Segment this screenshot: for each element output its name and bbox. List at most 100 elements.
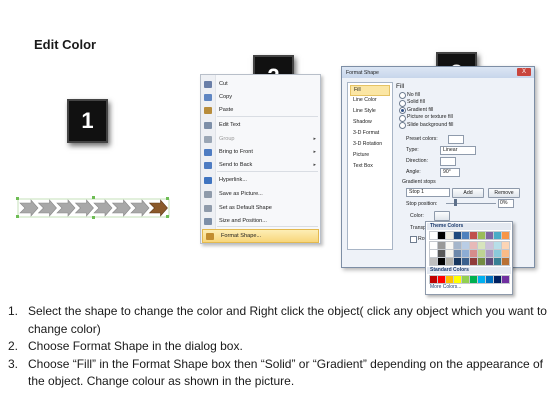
menu-item-label: Edit Text bbox=[219, 122, 241, 128]
save-picture-icon bbox=[204, 190, 212, 198]
direction-label: Direction: bbox=[406, 158, 428, 164]
arrow-shape[interactable] bbox=[93, 199, 113, 217]
rotate-checkbox[interactable] bbox=[410, 236, 417, 243]
more-colors-link[interactable]: More Colors... bbox=[430, 284, 461, 290]
arrow-shape[interactable] bbox=[19, 199, 39, 217]
color-picker-button[interactable] bbox=[434, 211, 450, 221]
radio-label: Picture or texture fill bbox=[407, 114, 453, 120]
preset-colors-dropdown[interactable] bbox=[448, 135, 464, 144]
standard-colors-label: Standard Colors bbox=[427, 267, 511, 274]
pane-heading: Fill bbox=[396, 83, 405, 90]
stop-position-input[interactable]: 0% bbox=[498, 199, 514, 208]
category-picture[interactable]: Picture bbox=[350, 151, 390, 160]
arrow-shapes[interactable] bbox=[16, 196, 171, 220]
category-shadow[interactable]: Shadow bbox=[350, 118, 390, 127]
group-icon bbox=[204, 135, 212, 143]
slider-thumb[interactable] bbox=[454, 199, 457, 206]
close-button[interactable]: X bbox=[517, 68, 531, 76]
remove-button[interactable]: Remove bbox=[488, 188, 520, 198]
menu-item-set-as-default-shape[interactable]: Set as Default Shape bbox=[201, 202, 320, 214]
instruction-step: 3. Choose “Fill” in the Format Shape box … bbox=[8, 356, 553, 391]
menu-item-label: Size and Position... bbox=[219, 218, 267, 224]
menu-item-label: Save as Picture... bbox=[219, 191, 263, 197]
theme-color-swatch[interactable] bbox=[501, 257, 510, 266]
direction-dropdown[interactable] bbox=[440, 157, 456, 166]
color-label: Color: bbox=[410, 213, 424, 219]
step-text: Choose “Fill” in the Format Shape box th… bbox=[28, 356, 543, 389]
category-line-style[interactable]: Line Style bbox=[350, 107, 390, 116]
page-title: Edit Color bbox=[34, 37, 97, 52]
radio-no-fill[interactable] bbox=[399, 92, 406, 99]
send-to-back-icon bbox=[204, 161, 212, 169]
menu-item-save-as-picture[interactable]: Save as Picture... bbox=[201, 188, 320, 200]
category-line-color[interactable]: Line Color bbox=[350, 96, 390, 105]
category-text-box[interactable]: Text Box bbox=[350, 162, 390, 171]
menu-item-bring-to-front[interactable]: Bring to Front ▸ bbox=[201, 146, 320, 158]
menu-item-label: Set as Default Shape bbox=[219, 205, 272, 211]
scissors-icon bbox=[204, 80, 212, 88]
menu-item-send-to-back[interactable]: Send to Back ▸ bbox=[201, 159, 320, 171]
instruction-list: 1. Select the shape to change the color a… bbox=[8, 303, 553, 391]
arrow-shape[interactable] bbox=[37, 199, 57, 217]
radio-gradient-fill[interactable] bbox=[399, 107, 406, 114]
dialog-titlebar: Format Shape X bbox=[342, 67, 534, 78]
submenu-arrow-icon: ▸ bbox=[313, 162, 316, 168]
menu-item-label: Cut bbox=[219, 81, 228, 87]
step-text: Select the shape to change the color and… bbox=[28, 304, 547, 336]
menu-item-label: Hyperlink... bbox=[219, 177, 247, 183]
radio-label: No fill bbox=[407, 91, 420, 98]
format-shape-icon bbox=[206, 232, 214, 240]
add-button[interactable]: Add bbox=[452, 188, 484, 198]
submenu-arrow-icon: ▸ bbox=[313, 136, 316, 142]
menu-separator bbox=[217, 226, 318, 227]
size-position-icon bbox=[204, 217, 212, 225]
paste-icon bbox=[204, 106, 212, 114]
menu-separator bbox=[217, 116, 318, 117]
theme-colors-label: Theme Colors bbox=[427, 223, 511, 230]
menu-item-format-shape[interactable]: Format Shape... bbox=[202, 229, 319, 243]
radio-slide-background-fill[interactable] bbox=[399, 122, 406, 129]
default-shape-icon bbox=[204, 204, 212, 212]
stop-position-label: Stop position: bbox=[406, 201, 438, 207]
type-label: Type: bbox=[406, 147, 419, 153]
angle-input[interactable]: 90° bbox=[440, 168, 460, 177]
menu-item-label: Paste bbox=[219, 107, 234, 113]
standard-color-swatch[interactable] bbox=[501, 275, 510, 284]
menu-item-copy[interactable]: Copy bbox=[201, 91, 320, 103]
menu-item-cut[interactable]: Cut bbox=[201, 78, 320, 90]
menu-item-hyperlink[interactable]: Hyperlink... bbox=[201, 174, 320, 186]
radio-label: Solid fill bbox=[407, 99, 425, 105]
type-dropdown[interactable]: Linear bbox=[440, 146, 476, 155]
step-number: 3. bbox=[8, 356, 19, 371]
arrow-shape[interactable] bbox=[74, 199, 94, 217]
menu-item-label: Send to Back bbox=[219, 162, 253, 168]
arrow-shape-selected[interactable] bbox=[148, 199, 168, 217]
stop-dropdown[interactable]: Stop 1 bbox=[406, 188, 450, 197]
arrow-shape[interactable] bbox=[130, 199, 150, 217]
menu-item-label: Bring to Front bbox=[219, 149, 253, 155]
category-fill[interactable]: Fill bbox=[350, 85, 390, 96]
edit-text-icon bbox=[204, 121, 212, 129]
radio-solid-fill[interactable] bbox=[399, 99, 406, 107]
theme-color-swatch[interactable] bbox=[501, 231, 510, 240]
dialog-title: Format Shape bbox=[346, 70, 379, 76]
step-number: 2. bbox=[8, 339, 19, 353]
step-number: 1. bbox=[8, 304, 19, 318]
menu-item-label: Format Shape... bbox=[221, 233, 262, 239]
menu-item-group: Group ▸ bbox=[201, 133, 320, 145]
menu-item-edit-text[interactable]: Edit Text bbox=[201, 119, 320, 131]
preset-colors-label: Preset colors: bbox=[406, 136, 438, 142]
menu-item-label: Copy bbox=[219, 94, 233, 100]
radio-label: Slide background fill bbox=[407, 121, 454, 128]
hyperlink-icon bbox=[204, 176, 212, 184]
menu-item-paste[interactable]: Paste bbox=[201, 104, 320, 116]
step-badge-1: 1 bbox=[67, 99, 108, 143]
radio-picture-or-texture-fill[interactable] bbox=[399, 114, 406, 122]
menu-separator bbox=[217, 171, 318, 172]
category-3-d-rotation[interactable]: 3-D Rotation bbox=[350, 140, 390, 149]
step-text: Choose Format Shape in the dialog box. bbox=[28, 339, 243, 353]
context-menu: Cut Copy Paste Edit Text Group ▸ Bring to Fron… bbox=[200, 74, 321, 244]
arrow-shape[interactable] bbox=[56, 199, 76, 217]
arrow-shape[interactable] bbox=[111, 199, 131, 217]
category-3-d-format[interactable]: 3-D Format bbox=[350, 129, 390, 138]
